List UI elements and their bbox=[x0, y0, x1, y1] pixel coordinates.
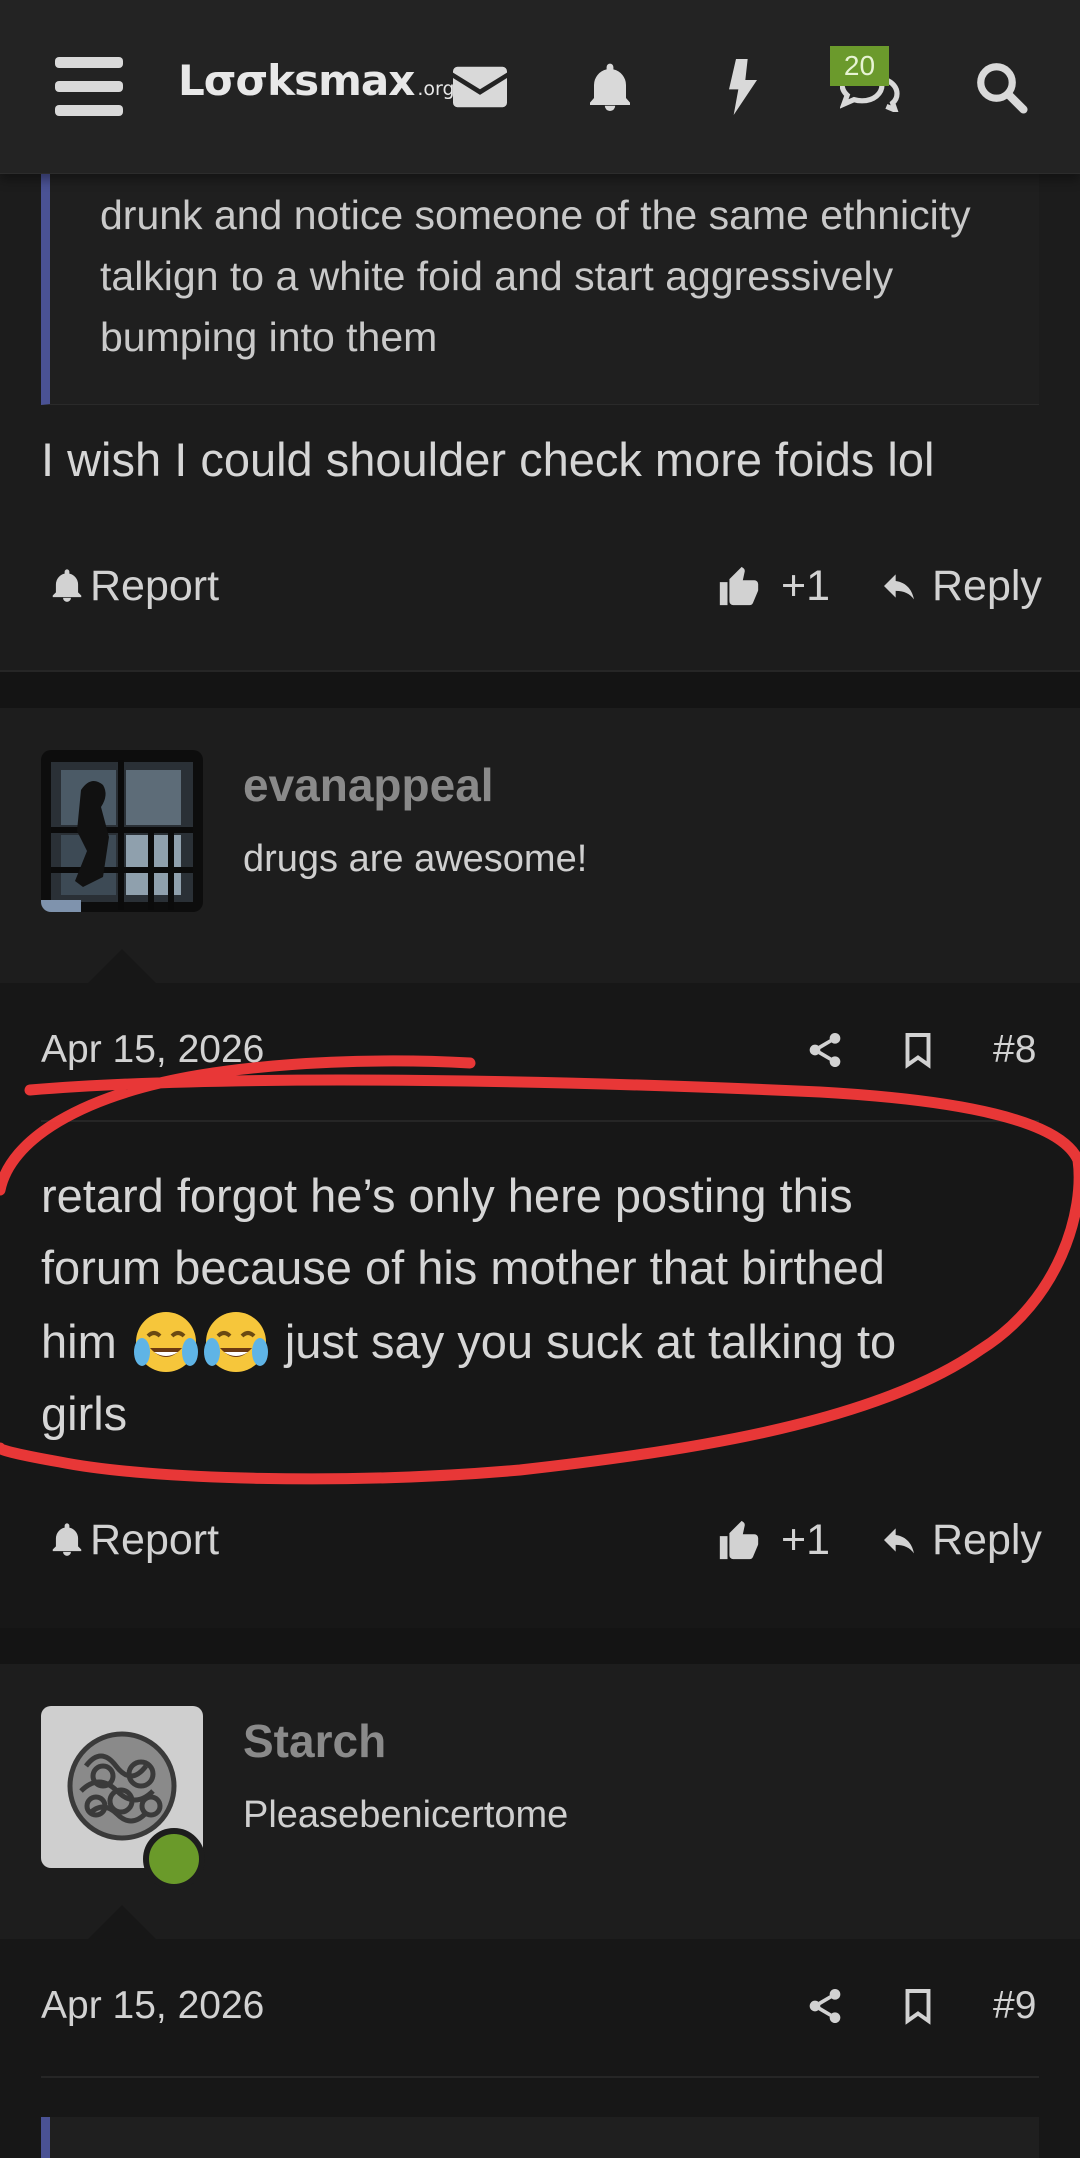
message-text: him bbox=[41, 1315, 117, 1368]
share-icon bbox=[809, 1033, 841, 1067]
share-button[interactable] bbox=[805, 1984, 845, 2033]
post-user-header: Starch Pleasebenicertome bbox=[0, 1664, 1080, 1939]
post-body: I wish I could shoulder check more foids… bbox=[41, 433, 935, 486]
bookmark-button[interactable] bbox=[900, 1984, 936, 2033]
bell-icon bbox=[590, 63, 630, 111]
report-label: Report bbox=[90, 1515, 220, 1564]
thumbs-up-icon bbox=[719, 1520, 759, 1560]
message-text: just say you suck at talking to bbox=[284, 1315, 897, 1368]
like-button[interactable]: +1 bbox=[715, 551, 830, 621]
pointer-arrow bbox=[88, 949, 156, 983]
menu-button[interactable] bbox=[55, 0, 123, 174]
top-navigation-bar: Lσσksmax .org 20 bbox=[0, 0, 1080, 174]
reply-arrow-icon bbox=[884, 574, 914, 600]
inbox-button[interactable] bbox=[450, 0, 510, 174]
post-number[interactable]: #8 bbox=[993, 1028, 1036, 1072]
notification-badge: 20 bbox=[830, 46, 889, 86]
tears-of-joy-emoji-icon bbox=[133, 1312, 198, 1372]
message-line: girls bbox=[41, 1387, 128, 1440]
envelope-icon bbox=[453, 66, 507, 108]
report-label: Report bbox=[90, 561, 220, 610]
share-icon bbox=[809, 1989, 841, 2023]
bookmark-icon bbox=[905, 1033, 931, 1069]
thumbs-up-icon bbox=[719, 566, 759, 606]
user-title: drugs are awesome! bbox=[243, 838, 588, 880]
post-actions: Report +1 Reply bbox=[0, 551, 1080, 621]
conversations-button[interactable] bbox=[840, 0, 900, 174]
quote-block bbox=[41, 2117, 1039, 2158]
bell-icon bbox=[52, 1523, 82, 1556]
post-separator bbox=[0, 1628, 1080, 1664]
post-body-container: Apr 15, 2026 #8 retard forgot he’s only … bbox=[0, 983, 1080, 1628]
post-date[interactable]: Apr 15, 2026 bbox=[41, 1028, 264, 1072]
report-button[interactable]: Report bbox=[48, 1505, 219, 1575]
report-button[interactable]: Report bbox=[48, 551, 219, 621]
search-icon bbox=[977, 63, 1028, 114]
online-status-indicator bbox=[143, 1828, 205, 1890]
site-logo[interactable]: Lσσksmax .org bbox=[178, 56, 455, 116]
username[interactable]: Starch bbox=[243, 1714, 386, 1768]
message-line: forum because of his mother that birthed bbox=[41, 1241, 885, 1294]
reply-label: Reply bbox=[932, 561, 1042, 610]
reply-label: Reply bbox=[932, 1515, 1042, 1564]
username[interactable]: evanappeal bbox=[243, 758, 494, 812]
alerts-button[interactable] bbox=[582, 0, 638, 174]
post-actions: Report +1 Reply bbox=[0, 1505, 1080, 1575]
tears-of-joy-emoji-icon bbox=[203, 1312, 268, 1372]
like-count: +1 bbox=[781, 561, 831, 610]
user-title: Pleasebenicertome bbox=[243, 1794, 569, 1836]
post-date[interactable]: Apr 15, 2026 bbox=[41, 1984, 264, 2028]
whats-new-button[interactable] bbox=[722, 0, 764, 174]
bookmark-button[interactable] bbox=[900, 1028, 936, 1077]
like-count: +1 bbox=[781, 1515, 831, 1564]
message-line: retard forgot he’s only here posting thi… bbox=[41, 1169, 853, 1222]
quote-text: drunk and notice someone of the same eth… bbox=[100, 192, 971, 360]
hamburger-menu-icon bbox=[55, 57, 123, 117]
bell-icon bbox=[52, 569, 82, 602]
reply-button[interactable]: Reply bbox=[876, 551, 1042, 621]
reply-arrow-icon bbox=[884, 1528, 914, 1554]
pointer-arrow bbox=[88, 1905, 156, 1939]
avatar[interactable] bbox=[41, 750, 203, 912]
bookmark-icon bbox=[905, 1989, 931, 2025]
logo-suffix: .org bbox=[417, 78, 455, 100]
lightning-bolt-icon bbox=[729, 59, 757, 115]
divider bbox=[41, 2076, 1039, 2078]
search-button[interactable] bbox=[974, 0, 1028, 174]
post-number[interactable]: #9 bbox=[993, 1984, 1036, 2028]
post-user-header: evanappeal drugs are awesome! bbox=[0, 708, 1080, 983]
divider bbox=[41, 1120, 1039, 1122]
message-line: him just say you suck at talking to bbox=[41, 1304, 1051, 1378]
post-message: retard forgot he’s only here posting thi… bbox=[41, 1160, 1051, 1450]
share-button[interactable] bbox=[805, 1028, 845, 1077]
logo-text: Lσσksmax bbox=[178, 56, 415, 105]
reply-button[interactable]: Reply bbox=[876, 1505, 1042, 1575]
post-separator bbox=[0, 672, 1080, 708]
like-button[interactable]: +1 bbox=[715, 1505, 830, 1575]
